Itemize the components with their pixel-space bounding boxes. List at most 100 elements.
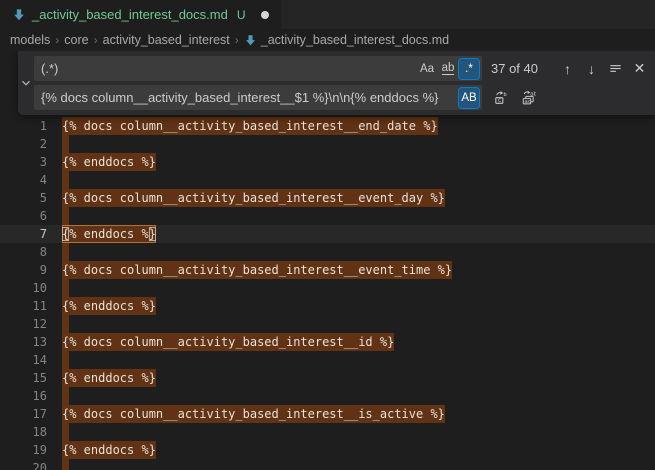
code-line[interactable]: 16 [0,387,655,405]
line-number[interactable]: 12 [0,315,47,333]
empty-line-match-highlight [62,387,69,405]
vscode-window: _activity_based_interest_docs.md U model… [0,0,655,470]
line-content [62,423,69,441]
line-number[interactable]: 1 [0,117,47,135]
line-number[interactable]: 3 [0,153,47,171]
previous-match-button[interactable]: ↑ [557,58,578,79]
code-line[interactable]: 5 {% docs column__activity_based_interest… [0,189,655,207]
replace-all-button[interactable]: abac [518,87,539,108]
close-find-button[interactable]: ✕ [629,58,650,79]
chevron-down-icon [19,76,33,90]
match-text: % enddocs % [69,227,148,241]
breadcrumb-item-models[interactable]: models [10,33,50,47]
find-input[interactable]: (.*) Aa ab .* [34,56,482,81]
line-content: {% docs column__activity_based_interest_… [62,189,445,207]
find-in-selection-button[interactable] [605,58,626,79]
breadcrumb-item-activity-based-interest[interactable]: activity_based_interest [103,33,230,47]
line-number[interactable]: 13 [0,333,47,351]
line-content [62,459,69,470]
code-line[interactable]: 6 [0,207,655,225]
match-case-button[interactable]: Aa [417,59,437,79]
code-line[interactable]: 9{% docs column__activity_based_interest… [0,261,655,279]
code-line[interactable]: 1 {% docs column__activity_based_interest… [0,117,655,135]
code-line[interactable]: 4 [0,171,655,189]
whole-word-button[interactable]: ab [438,59,458,79]
breadcrumb-separator: › [94,33,98,47]
modified-dot-icon[interactable] [261,11,269,19]
bracket-match-close: } [149,227,156,241]
code-line[interactable]: 11{% enddocs %} [0,297,655,315]
code-line[interactable]: 15 {% enddocs %} [0,369,655,387]
replace-all-icon: abac [521,90,536,105]
arrow-down-icon: ↓ [588,61,595,77]
line-number[interactable]: 15 [0,369,47,387]
line-number[interactable]: 9 [0,261,47,279]
code-line[interactable]: 13 {% docs column__activity_based_interes… [0,333,655,351]
markdown-file-icon [12,8,26,22]
code-line[interactable]: 2 [0,135,655,153]
empty-line-match-highlight [62,207,69,225]
line-number[interactable]: 16 [0,387,47,405]
find-match-highlight: {% docs column__activity_based_interest_… [62,117,438,135]
line-number[interactable]: 14 [0,351,47,369]
line-number[interactable]: 5 [0,189,47,207]
svg-text:b: b [503,92,507,98]
code-line[interactable]: 3 {% enddocs %} [0,153,655,171]
editor-tab[interactable]: _activity_based_interest_docs.md U [0,0,281,29]
line-number[interactable]: 6 [0,207,47,225]
breadcrumb-item-file[interactable]: _activity_based_interest_docs.md [244,33,449,47]
arrow-up-icon: ↑ [564,61,571,77]
line-number[interactable]: 20 [0,459,47,470]
line-number[interactable]: 18 [0,423,47,441]
replace-input[interactable]: {% docs column__activity_based_interest_… [34,85,482,110]
code-line[interactable]: 20 [0,459,655,470]
line-number[interactable]: 10 [0,279,47,297]
find-match-highlight: {% enddocs %} [62,153,156,171]
line-number[interactable]: 11 [0,297,47,315]
line-number[interactable]: 19 [0,441,47,459]
tab-strip: _activity_based_interest_docs.md U [0,0,655,29]
toggle-replace-button[interactable] [18,51,34,115]
breadcrumb-separator: › [235,33,239,47]
empty-line-match-highlight [62,171,69,189]
selection-lines-icon [608,61,623,76]
find-match-highlight: {% enddocs %} [62,369,156,387]
find-query-text: (.*) [41,61,416,76]
breadcrumb-item-core[interactable]: core [64,33,88,47]
line-content: {% docs column__activity_based_interest_… [62,333,394,351]
line-content [62,207,69,225]
code-line[interactable]: 17 {% docs column__activity_based_interes… [0,405,655,423]
code-line[interactable]: 10 [0,279,655,297]
replace-button[interactable]: bc [490,87,511,108]
editor-pane: (.*) Aa ab .* 37 of 40 ↑ ↓ [0,51,655,470]
find-row: (.*) Aa ab .* 37 of 40 ↑ ↓ [34,56,655,81]
line-number[interactable]: 4 [0,171,47,189]
breadcrumb: models › core › activity_based_interest … [0,29,655,51]
line-content [62,135,69,153]
line-content [62,171,69,189]
find-match-highlight: {% enddocs %} [62,441,156,459]
line-number[interactable]: 17 [0,405,47,423]
next-match-button[interactable]: ↓ [581,58,602,79]
empty-line-match-highlight [62,315,69,333]
git-status-badge: U [237,8,246,22]
line-content: {% enddocs %} [62,225,156,243]
code-line[interactable]: 8 [0,243,655,261]
line-content [62,351,69,369]
line-content: {% docs column__activity_based_interest_… [62,405,445,423]
replace-row: {% docs column__activity_based_interest_… [34,85,655,110]
regex-button[interactable]: .* [459,59,479,79]
line-number[interactable]: 7 [0,225,47,243]
empty-line-match-highlight [62,351,69,369]
preserve-case-button[interactable]: AB [459,88,479,108]
line-number[interactable]: 2 [0,135,47,153]
markdown-file-icon [244,34,257,47]
line-number[interactable]: 8 [0,243,47,261]
code-line[interactable]: 12 [0,315,655,333]
tab-file-name: _activity_based_interest_docs.md [32,7,228,22]
code-line[interactable]: 19 {% enddocs %} [0,441,655,459]
line-content [62,387,69,405]
code-line[interactable]: 14 [0,351,655,369]
code-line[interactable]: 18 [0,423,655,441]
code-line[interactable]: 7 {% enddocs %} [0,225,655,243]
